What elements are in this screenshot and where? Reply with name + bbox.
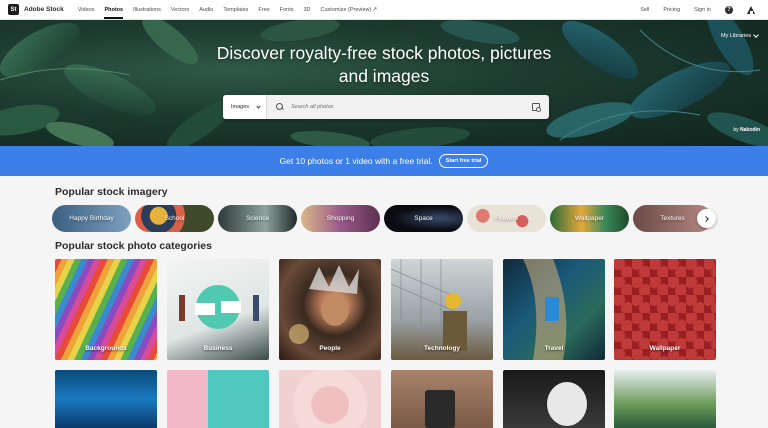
category-label: Wallpaper: [649, 345, 681, 352]
popular-imagery-pills: Happy Birthday School Science Shopping S…: [52, 205, 720, 233]
pills-next-button[interactable]: [697, 209, 716, 228]
image-credit: by Nabodin: [733, 127, 760, 133]
pill-space[interactable]: Space: [384, 205, 463, 232]
search-bar: Images: [223, 95, 549, 119]
category-card-row2-whale[interactable]: [55, 370, 157, 428]
nav-links: Videos Photos Illustrations Vectors Audi…: [78, 6, 378, 19]
category-label: Backgrounds: [85, 345, 127, 352]
pill-flowers[interactable]: Flowers: [467, 205, 546, 232]
external-link-icon: ↗: [372, 7, 378, 13]
categories-title: Popular stock photo categories: [55, 240, 212, 252]
phone-image: [425, 390, 455, 428]
category-card-travel[interactable]: Travel: [503, 259, 605, 360]
promo-banner: Get 10 photos or 1 video with a free tri…: [0, 146, 768, 176]
nav-link-3d[interactable]: 3D: [304, 7, 311, 13]
category-card-people[interactable]: People: [279, 259, 381, 360]
nav-link-illustrations[interactable]: Illustrations: [133, 7, 161, 13]
promo-text: Get 10 photos or 1 video with a free tri…: [279, 156, 433, 166]
chevron-down-icon: [256, 103, 261, 109]
pill-school[interactable]: School: [135, 205, 214, 232]
category-card-wallpaper[interactable]: Wallpaper: [614, 259, 716, 360]
category-card-technology[interactable]: Technology: [391, 259, 493, 360]
nav-link-customize-label: Customize (Preview): [320, 7, 372, 13]
nav-link-audio[interactable]: Audio: [199, 7, 213, 13]
bird-image: [547, 382, 587, 426]
nav-link-videos[interactable]: Videos: [78, 7, 95, 13]
search-type-dropdown[interactable]: Images: [223, 95, 267, 119]
nav-link-photos[interactable]: Photos: [104, 7, 123, 19]
category-card-row2-bird[interactable]: [503, 370, 605, 428]
adobe-stock-logo-icon: St: [8, 4, 19, 15]
visual-search-icon[interactable]: [532, 103, 541, 112]
my-libraries-label: My Libraries: [721, 33, 751, 39]
category-card-backgrounds[interactable]: Backgrounds: [55, 259, 157, 360]
sell-link[interactable]: Sell: [640, 7, 649, 13]
category-label: People: [319, 345, 341, 352]
brand-logo[interactable]: St Adobe Stock: [8, 4, 64, 15]
credit-author[interactable]: Nabodin: [740, 127, 760, 133]
category-card-row2-landscape[interactable]: [614, 370, 716, 428]
nav-link-customize[interactable]: Customize (Preview)↗: [321, 6, 378, 13]
start-free-trial-button[interactable]: Start free trial: [438, 154, 489, 168]
pill-happy-birthday[interactable]: Happy Birthday: [52, 205, 131, 232]
nav-link-vectors[interactable]: Vectors: [171, 7, 189, 13]
nav-right: Sell Pricing Sign in ?: [640, 0, 756, 20]
chevron-right-icon: [703, 215, 709, 222]
my-libraries-button[interactable]: My Libraries: [721, 32, 759, 39]
category-card-row2-pastel[interactable]: [167, 370, 269, 428]
top-navigation: St Adobe Stock Videos Photos Illustratio…: [0, 0, 768, 20]
chevron-down-icon: [753, 32, 759, 38]
search-input[interactable]: [285, 104, 532, 110]
search-type-label: Images: [231, 104, 250, 110]
category-label: Travel: [544, 345, 564, 352]
nav-link-free[interactable]: Free: [258, 7, 269, 13]
nav-link-fonts[interactable]: Fonts: [280, 7, 294, 13]
sign-in-link[interactable]: Sign in: [694, 7, 711, 13]
category-label: Business: [203, 345, 233, 352]
hero-banner: Discover royalty-free stock photos, pict…: [0, 20, 768, 146]
search-icon: [275, 102, 285, 112]
pricing-link[interactable]: Pricing: [663, 7, 680, 13]
pill-shopping[interactable]: Shopping: [301, 205, 380, 232]
category-card-business[interactable]: Business: [167, 259, 269, 360]
nav-link-templates[interactable]: Templates: [223, 7, 248, 13]
pill-wallpaper[interactable]: Wallpaper: [550, 205, 629, 232]
adobe-apps-icon[interactable]: [747, 6, 756, 14]
category-card-row2-phone[interactable]: [391, 370, 493, 428]
hero-title: Discover royalty-free stock photos, pict…: [216, 43, 552, 86]
category-label: Technology: [424, 345, 460, 352]
help-icon[interactable]: ?: [725, 6, 733, 14]
credit-prefix: by: [733, 127, 739, 133]
popular-imagery-title: Popular stock imagery: [55, 186, 168, 198]
brand-name: Adobe Stock: [24, 6, 64, 13]
pill-science[interactable]: Science: [218, 205, 297, 232]
category-card-row2-petri[interactable]: [279, 370, 381, 428]
